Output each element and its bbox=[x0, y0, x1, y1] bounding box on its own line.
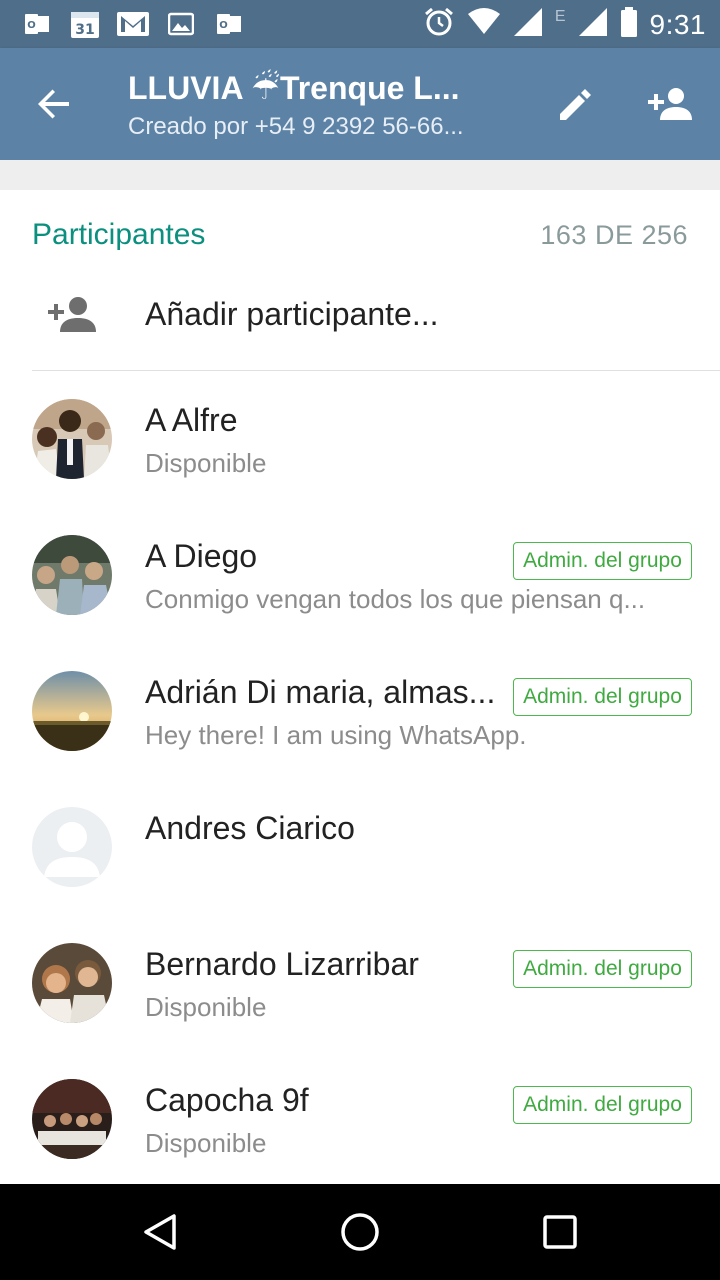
nav-back-button[interactable] bbox=[136, 1208, 184, 1256]
nav-recents-button[interactable] bbox=[536, 1208, 584, 1256]
avatar bbox=[32, 943, 112, 1023]
participant-status: Disponible bbox=[145, 992, 267, 1022]
svg-text:31: 31 bbox=[75, 22, 94, 38]
participant-status: Conmigo vengan todos los que piensan q..… bbox=[145, 584, 646, 614]
group-title: LLUVIA ☔Trenque L... bbox=[128, 70, 460, 106]
navigation-bar bbox=[0, 1184, 720, 1280]
avatar bbox=[32, 535, 112, 615]
svg-text:O: O bbox=[27, 20, 36, 31]
participant-name: Andres Ciarico bbox=[145, 810, 355, 846]
avatar bbox=[32, 671, 112, 751]
participant-name: A Diego bbox=[145, 538, 258, 574]
signal-icon bbox=[513, 7, 543, 42]
clock: 9:31 bbox=[649, 8, 706, 40]
network-type: E bbox=[554, 7, 566, 25]
admin-badge: Admin. del grupo bbox=[513, 1086, 692, 1124]
participant-row[interactable]: Adrián Di maria, almas... Admin. del gru… bbox=[0, 652, 720, 788]
participant-name: Capocha 9f bbox=[145, 1082, 309, 1118]
group-subtitle: Creado por +54 9 2392 56-66... bbox=[128, 113, 464, 140]
wifi-icon bbox=[467, 8, 501, 41]
separator-band bbox=[0, 160, 720, 190]
calendar-icon: 31 bbox=[68, 8, 102, 40]
participant-list: A Alfre Disponible A Diego Admin. del gr… bbox=[0, 380, 720, 1196]
gallery-icon bbox=[164, 8, 198, 40]
divider bbox=[32, 370, 720, 371]
default-avatar-icon bbox=[32, 807, 112, 887]
pencil-icon bbox=[560, 89, 591, 120]
app-bar: LLUVIA ☔Trenque L... Creado por +54 9 23… bbox=[0, 48, 720, 160]
admin-badge: Admin. del grupo bbox=[513, 678, 692, 716]
participants-heading: Participantes bbox=[32, 218, 206, 251]
participant-row[interactable]: Andres Ciarico bbox=[0, 788, 720, 924]
avatar bbox=[32, 399, 112, 479]
participants-count: 163 DE 256 bbox=[540, 220, 688, 250]
gmail-icon bbox=[116, 8, 150, 40]
edit-button[interactable] bbox=[552, 80, 600, 128]
alarm-icon bbox=[423, 6, 455, 43]
admin-badge: Admin. del grupo bbox=[513, 950, 692, 988]
add-participant-button[interactable] bbox=[642, 80, 698, 128]
back-button[interactable] bbox=[30, 80, 78, 128]
outlook-icon: O bbox=[212, 8, 246, 40]
participant-name: Bernardo Lizarribar bbox=[145, 946, 419, 982]
avatar bbox=[32, 1079, 112, 1159]
add-participant-label: Añadir participante... bbox=[145, 296, 439, 332]
person-add-icon bbox=[648, 88, 692, 120]
nav-home-button[interactable] bbox=[336, 1208, 384, 1256]
participant-name: Adrián Di maria, almas... bbox=[145, 674, 496, 710]
participant-row[interactable]: A Diego Admin. del grupo Conmigo vengan … bbox=[0, 516, 720, 652]
signal-icon bbox=[578, 7, 608, 42]
participant-status: Hey there! I am using WhatsApp. bbox=[145, 720, 527, 750]
status-bar: O 31 O E 9:31 bbox=[0, 0, 720, 48]
participant-row[interactable]: Bernardo Lizarribar Admin. del grupo Dis… bbox=[0, 924, 720, 1060]
triangle-back-icon bbox=[144, 1214, 176, 1250]
outlook-icon: O bbox=[20, 8, 54, 40]
participant-status: Disponible bbox=[145, 1128, 267, 1158]
svg-text:O: O bbox=[219, 20, 228, 31]
participant-name: A Alfre bbox=[145, 402, 238, 438]
admin-badge: Admin. del grupo bbox=[513, 542, 692, 580]
battery-icon bbox=[620, 7, 638, 42]
participant-row[interactable]: A Alfre Disponible bbox=[0, 380, 720, 516]
square-recents-icon bbox=[543, 1215, 577, 1249]
add-participant-row[interactable]: Añadir participante... bbox=[0, 280, 720, 352]
participant-status: Disponible bbox=[145, 448, 267, 478]
participant-row[interactable]: Capocha 9f Admin. del grupo Disponible bbox=[0, 1060, 720, 1196]
group-header[interactable]: LLUVIA ☔Trenque L... Creado por +54 9 23… bbox=[128, 68, 498, 144]
circle-home-icon bbox=[341, 1213, 379, 1251]
person-add-icon bbox=[48, 294, 96, 334]
arrow-left-icon bbox=[38, 89, 69, 119]
